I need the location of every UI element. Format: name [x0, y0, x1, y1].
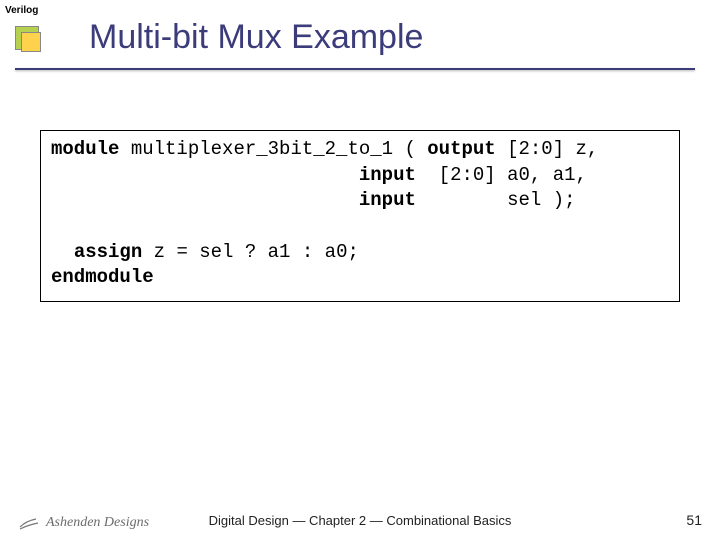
company-logo: Ashenden Designs [18, 514, 149, 532]
code-text: z = sel ? a1 : a0; [142, 241, 359, 263]
kw-output: output [427, 138, 495, 160]
title-bullet-icon [15, 26, 39, 50]
kw-input: input [359, 189, 416, 211]
logo-text: Ashenden Designs [46, 515, 149, 531]
code-text: sel ); [416, 189, 576, 211]
code-block: module multiplexer_3bit_2_to_1 ( output … [40, 130, 680, 302]
slide-title: Multi-bit Mux Example [89, 18, 423, 57]
kw-module: module [51, 138, 119, 160]
code-pad [51, 241, 74, 263]
kw-input: input [359, 164, 416, 186]
corner-tag: Verilog [5, 5, 38, 16]
logo-mark-icon [18, 514, 40, 532]
code-text: [2:0] z, [496, 138, 599, 160]
slide-footer: Digital Design — Chapter 2 — Combination… [209, 513, 512, 528]
page-number: 51 [686, 512, 702, 528]
slide-title-block: Multi-bit Mux Example [15, 18, 423, 57]
kw-endmodule: endmodule [51, 266, 154, 288]
title-underline [15, 68, 695, 70]
code-pad [51, 189, 359, 211]
kw-assign: assign [74, 241, 142, 263]
code-pad [51, 164, 359, 186]
code-text: [2:0] a0, a1, [416, 164, 587, 186]
code-text: multiplexer_3bit_2_to_1 ( [119, 138, 427, 160]
